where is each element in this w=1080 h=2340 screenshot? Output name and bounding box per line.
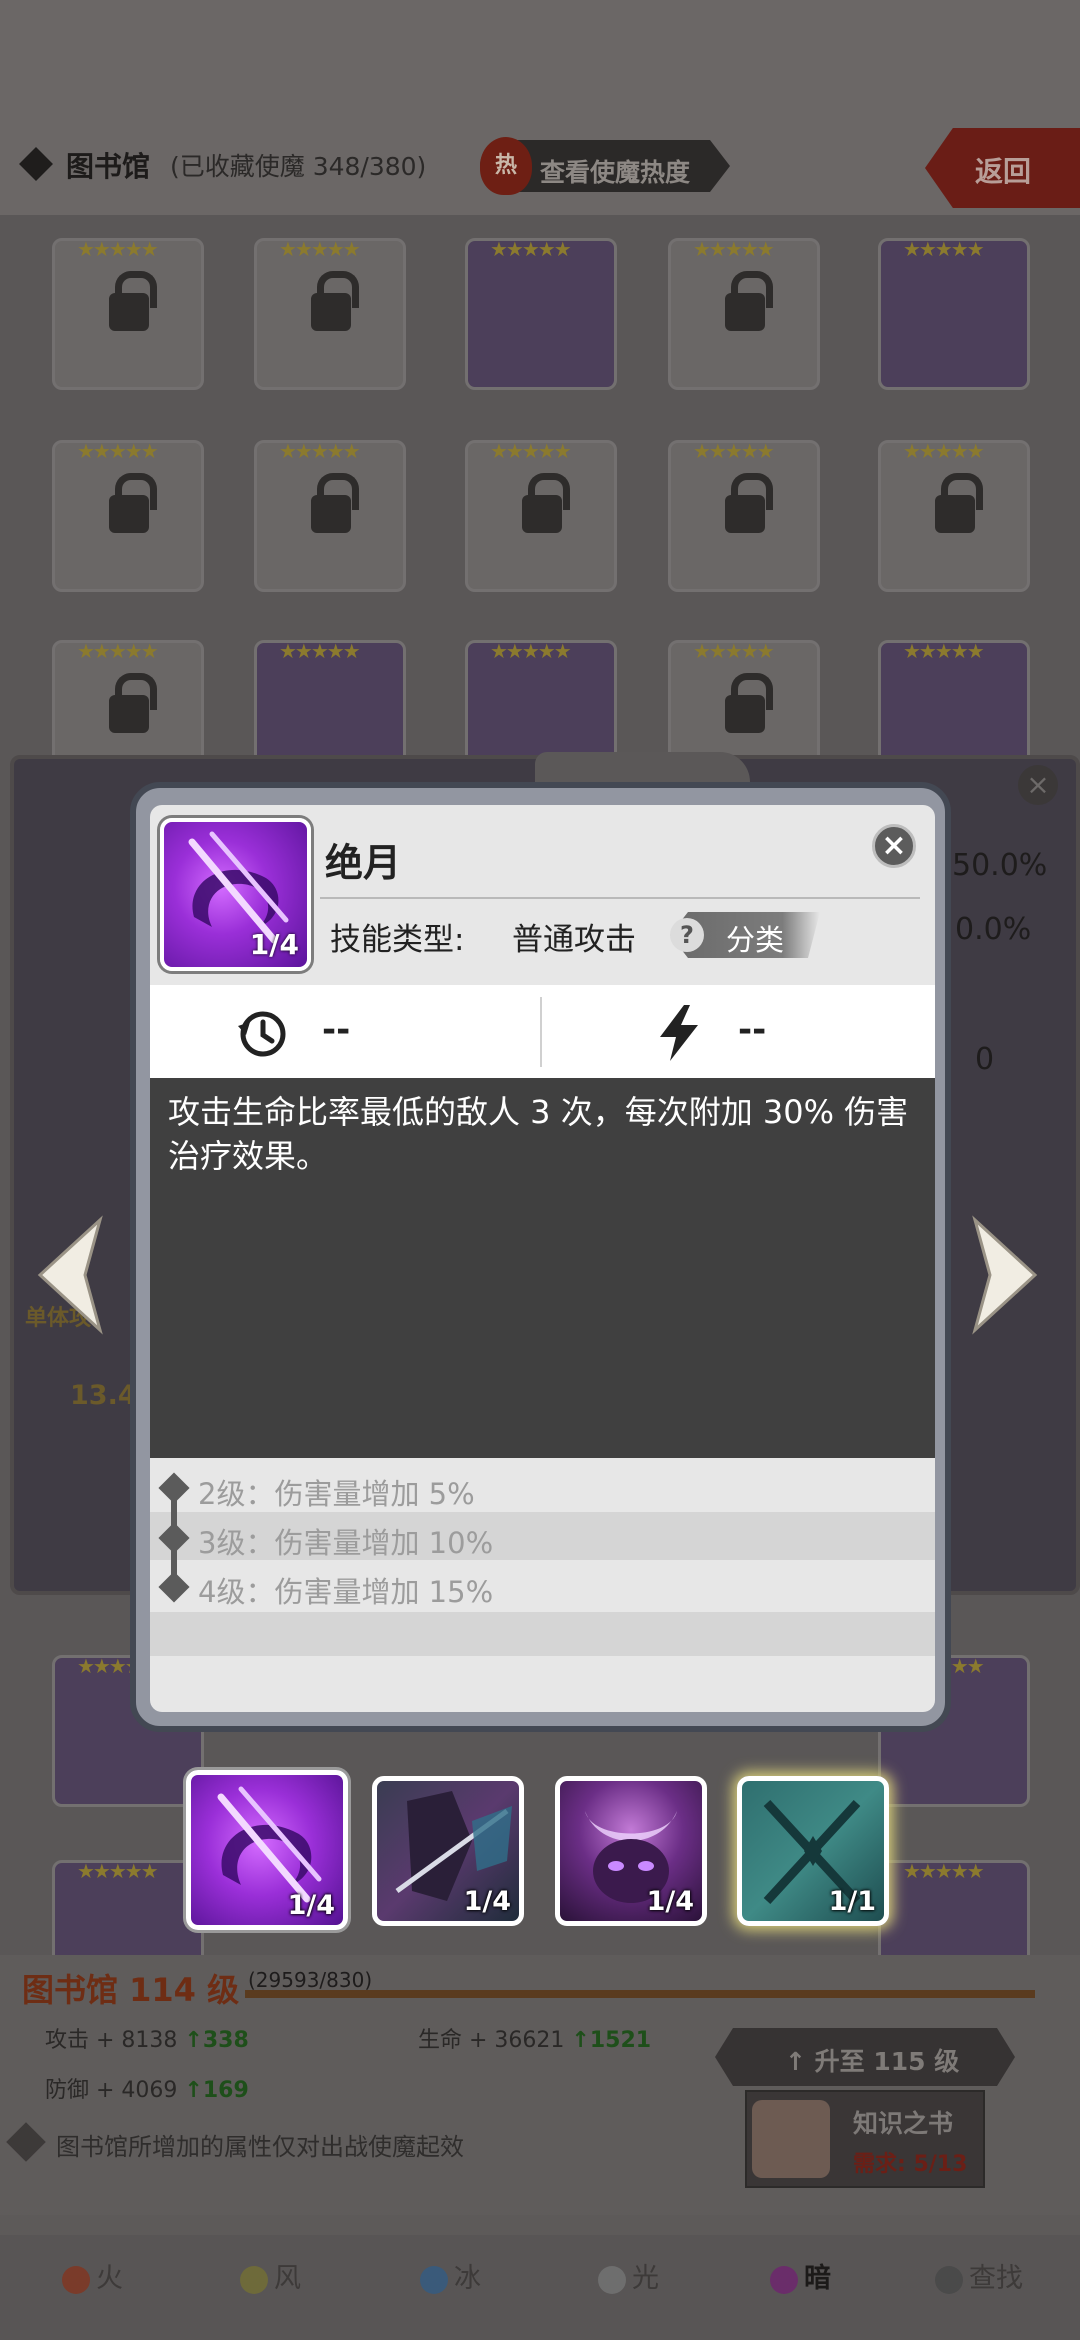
familiar-card-locked[interactable]: ★★★★★ (668, 439, 820, 592)
skill-thumb-4[interactable]: 1/1 (737, 1776, 889, 1926)
fire-icon (62, 2265, 90, 2294)
defense-stat: 防御 + 4069 ↑169 (45, 2078, 249, 2103)
stars-icon: ★★★★★ (279, 439, 361, 463)
stars-icon: ★★★★★ (693, 439, 775, 463)
familiar-card-locked[interactable]: ★★★★★ (52, 237, 204, 390)
energy-value: -- (738, 1010, 767, 1050)
stars-icon: ★★★★★ (490, 639, 572, 663)
tab-dark[interactable]: 暗 (770, 2256, 831, 2295)
skill-thumb-level: 1/4 (646, 1886, 694, 1917)
level-bonus: 3级：伤害量增加 10% (198, 1526, 494, 1560)
hp-stat: 生命 + 36621 ↑1521 (418, 2028, 652, 2053)
skill-thumb-level: 1/4 (287, 1890, 335, 1921)
stars-icon: ★★★★★ (279, 639, 361, 663)
skill-type-value: 普通攻击 (512, 922, 636, 958)
stars-icon: ★★★★★ (903, 439, 985, 463)
title-diamond-icon (19, 147, 53, 181)
back-button-label: 返回 (975, 155, 1032, 188)
divider (540, 997, 542, 1067)
stars-icon: ★★★★★ (77, 639, 159, 663)
skill-description: 攻击生命比率最低的敌人 3 次，每次附加 30% 伤害治疗效果。 (168, 1093, 909, 1175)
collection-count: (已收藏使魔 348/380) (170, 152, 427, 181)
tab-ice[interactable]: 冰 (420, 2256, 481, 2295)
stars-icon: ★★★★★ (903, 237, 985, 261)
page-title: 图书馆 (66, 150, 151, 183)
stars-icon: ★★★★★ (490, 439, 572, 463)
library-exp: (29593/830) (248, 1968, 373, 1992)
level-bonus: 4级：伤害量增加 15% (198, 1575, 494, 1609)
wind-icon (240, 2265, 268, 2294)
hot-icon: 热 (480, 137, 532, 195)
stars-icon: ★★★★★ (77, 237, 159, 261)
power-value: 13.4 (70, 1380, 137, 1411)
familiar-card[interactable]: ★★★★★ (465, 237, 617, 390)
stars-icon: ★★★★★ (903, 1859, 985, 1883)
category-label: 分类 (726, 923, 785, 957)
skill-icon-level: 1/4 (249, 928, 299, 961)
stars-icon: ★★★★★ (279, 237, 361, 261)
attack-stat: 攻击 + 8138 ↑338 (45, 2028, 249, 2053)
skill-thumb-level: 1/1 (828, 1886, 876, 1917)
stars-icon: ★★★★★ (77, 439, 159, 463)
question-icon[interactable]: ? (670, 918, 704, 952)
dark-icon (770, 2265, 798, 2294)
upgrade-button-label: ↑ 升至 115 级 (785, 2047, 960, 2076)
previous-arrow-icon[interactable] (30, 1215, 110, 1335)
familiar-card-locked[interactable]: ★★★★★ (668, 237, 820, 390)
level-bonus: 2级：伤害量增加 5% (198, 1477, 475, 1511)
tab-wind[interactable]: 风 (240, 2256, 301, 2295)
library-note: 图书馆所增加的属性仅对出战使魔起效 (56, 2133, 464, 2161)
detail-close-icon[interactable]: × (1018, 765, 1058, 805)
hot-button-label: 查看使魔热度 (540, 158, 691, 187)
familiar-card-locked[interactable]: ★★★★★ (465, 439, 617, 592)
skill-thumb-2[interactable]: 1/4 (372, 1776, 524, 1926)
energy-icon (660, 1005, 698, 1061)
light-icon (598, 2265, 626, 2294)
close-icon[interactable]: × (872, 824, 916, 868)
stat-value: 0.0% (955, 912, 1032, 947)
library-exp-bar (245, 1990, 1035, 1998)
skill-name: 绝月 (325, 841, 402, 885)
familiar-card-locked[interactable]: ★★★★★ (878, 439, 1030, 592)
stat-value: 0 (975, 1042, 995, 1077)
tab-search[interactable]: 查找 (935, 2256, 1023, 2295)
level-row (150, 1612, 935, 1656)
stat-value: 50.0% (952, 848, 1048, 883)
skill-type-label: 技能类型: (330, 922, 465, 958)
familiar-card[interactable]: ★★★★★ (878, 237, 1030, 390)
divider (320, 897, 920, 899)
book-name: 知识之书 (853, 2109, 954, 2138)
element-tab-bar (0, 2235, 1080, 2340)
book-requirement: 需求: 5/13 (853, 2152, 968, 2177)
stars-icon: ★★★★★ (903, 639, 985, 663)
book-icon (752, 2100, 830, 2178)
tab-light[interactable]: 光 (598, 2256, 659, 2295)
cooldown-icon (238, 1011, 286, 1057)
tab-fire[interactable]: 火 (62, 2256, 123, 2295)
next-arrow-icon[interactable] (965, 1215, 1045, 1335)
stars-icon: ★★★★★ (490, 237, 572, 261)
search-icon (935, 2265, 963, 2294)
library-level: 图书馆 114 级 (22, 1971, 240, 2009)
familiar-card-locked[interactable]: ★★★★★ (52, 439, 204, 592)
stars-icon: ★★★★★ (77, 1859, 159, 1883)
skill-thumb-level: 1/4 (463, 1886, 511, 1917)
ice-icon (420, 2265, 448, 2294)
stars-icon: ★★★★★ (693, 237, 775, 261)
cooldown-value: -- (322, 1010, 351, 1050)
stars-icon: ★★★★★ (693, 639, 775, 663)
skill-icon: 1/4 (160, 818, 311, 971)
familiar-card-locked[interactable]: ★★★★★ (254, 237, 406, 390)
familiar-card-locked[interactable]: ★★★★★ (254, 439, 406, 592)
skill-thumb-3[interactable]: 1/4 (555, 1776, 707, 1926)
skill-thumb-1[interactable]: 1/4 (186, 1770, 348, 1930)
